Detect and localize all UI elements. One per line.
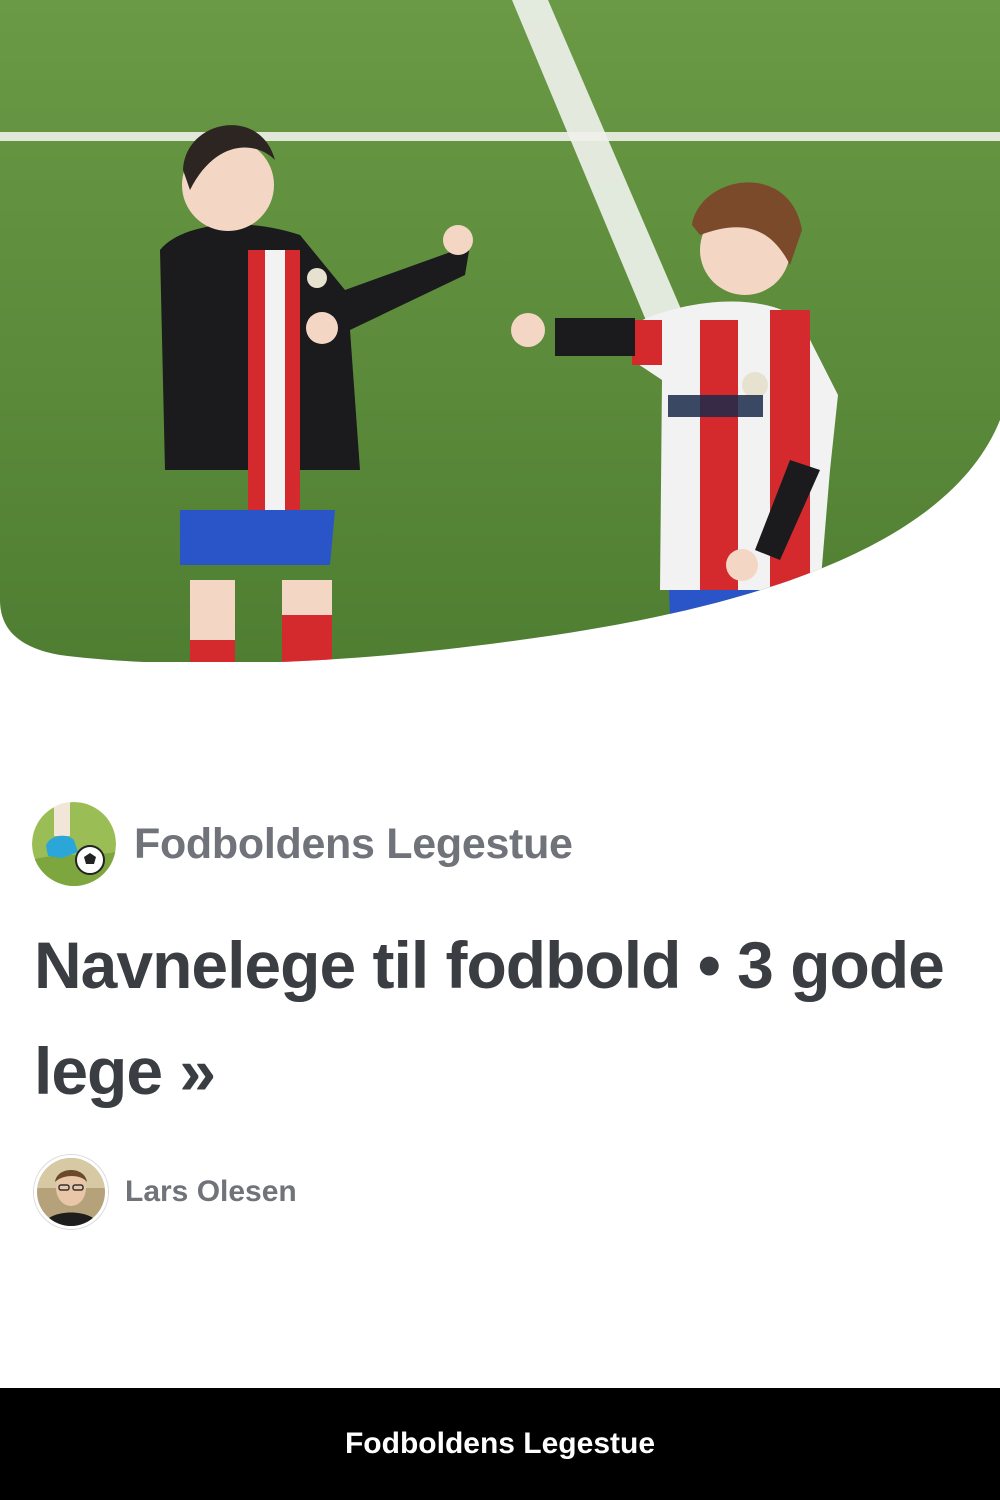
hero-image bbox=[0, 0, 1000, 662]
publisher-name[interactable]: Fodboldens Legestue bbox=[134, 820, 573, 869]
footer-publisher-label[interactable]: Fodboldens Legestue bbox=[345, 1427, 655, 1461]
author-name[interactable]: Lars Olesen bbox=[125, 1175, 297, 1209]
story-title: Navnelege til fodbold • 3 gode lege » bbox=[34, 928, 945, 1108]
author-byline[interactable]: Lars Olesen bbox=[34, 1155, 297, 1229]
author-avatar bbox=[34, 1155, 108, 1229]
hero-photo-soccer-kids bbox=[0, 0, 1000, 662]
football-kick-logo-icon bbox=[32, 802, 116, 886]
publisher-row[interactable]: Fodboldens Legestue bbox=[32, 800, 573, 888]
footer-bar[interactable]: Fodboldens Legestue bbox=[0, 1388, 1000, 1500]
